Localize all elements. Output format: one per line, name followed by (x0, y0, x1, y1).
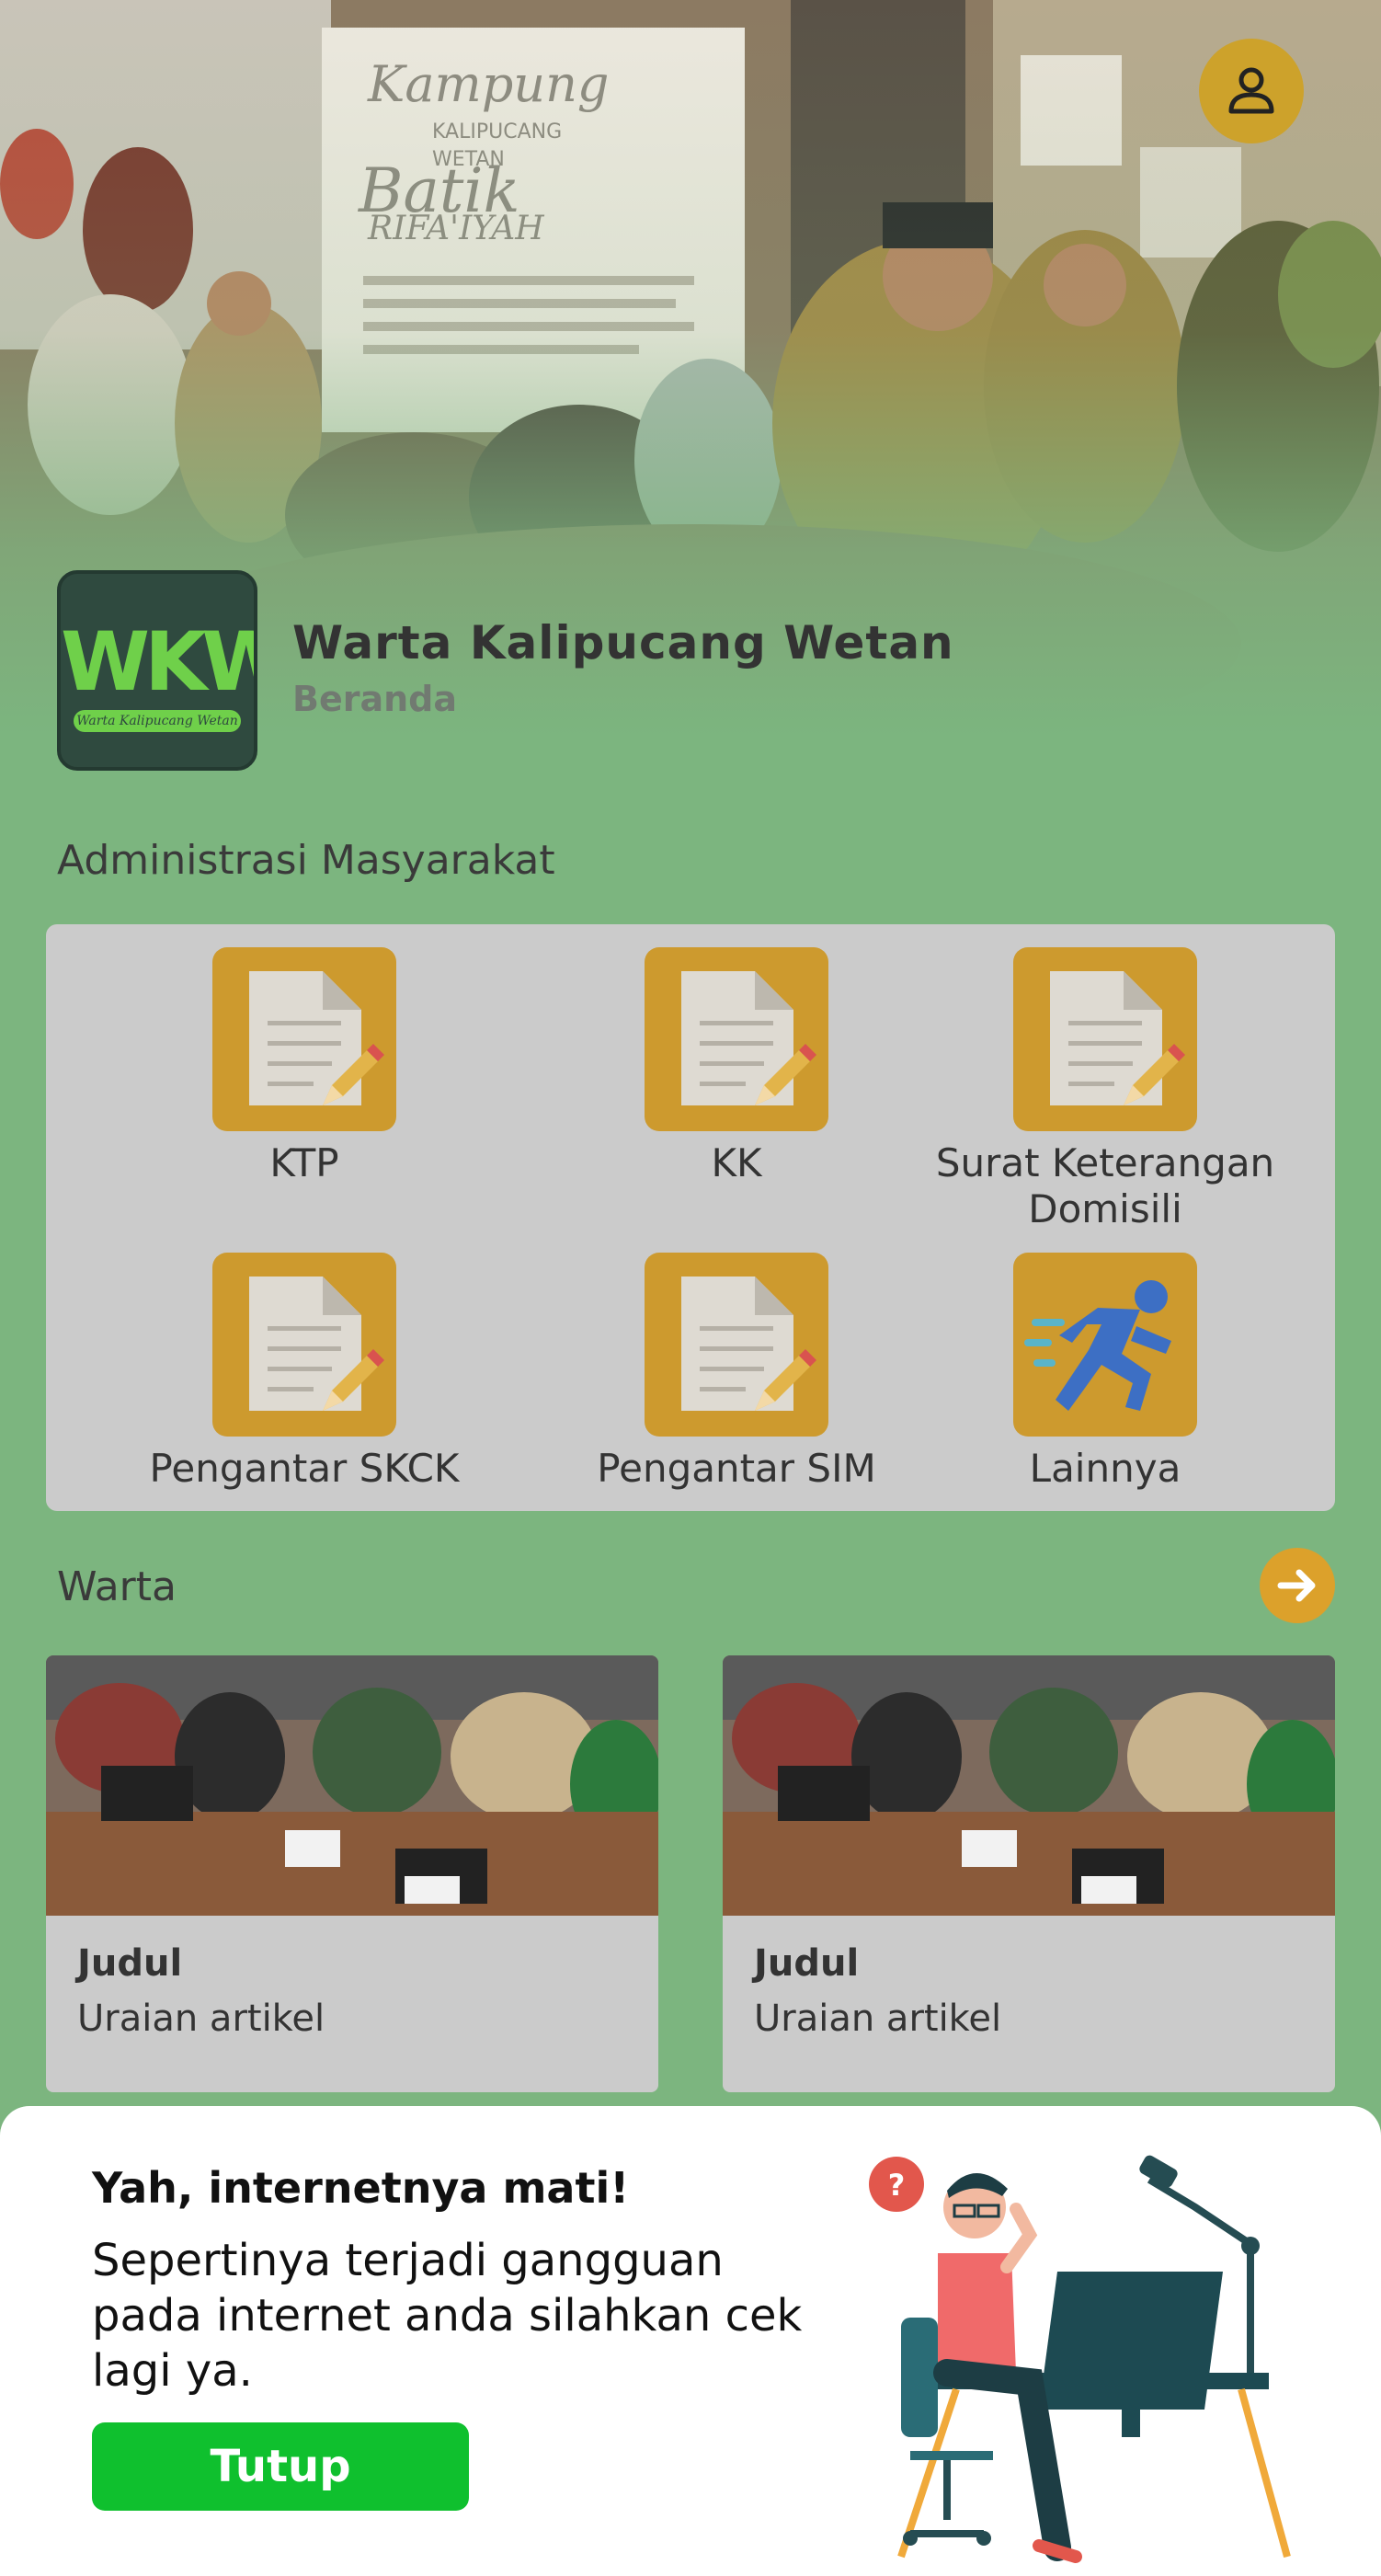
article-description: Uraian artikel (754, 1998, 1002, 2040)
document-edit-icon (1013, 947, 1197, 1131)
arrow-right-icon (1277, 1569, 1316, 1602)
page-subtitle: Beranda (292, 679, 458, 719)
svg-text:?: ? (888, 2168, 906, 2203)
offline-illustration: ? (869, 2155, 1291, 2563)
menu-label-skck: Pengantar SKCK (149, 1446, 460, 1491)
article-card[interactable]: Judul Uraian artikel (46, 1655, 658, 2092)
article-title: Judul (754, 1942, 860, 1985)
offline-message: Sepertinya terjadi gangguan pada interne… (92, 2235, 803, 2397)
menu-label-domisili: Surat Keterangan Domisili (935, 1140, 1275, 1232)
menu-item-ktp[interactable]: KTP (88, 947, 520, 1186)
admin-menu-panel: KTP KK Surat Keterangan Domisili Pengant… (46, 924, 1335, 1511)
menu-item-lainnya[interactable]: Lainnya (888, 1253, 1322, 1492)
article-description: Uraian artikel (77, 1998, 325, 2040)
offline-title: Yah, internetnya mati! (92, 2163, 630, 2213)
article-title: Judul (77, 1942, 183, 1985)
user-icon (1228, 67, 1274, 114)
article-image (723, 1655, 1335, 1916)
app-title: Warta Kalipucang Wetan (292, 616, 954, 670)
document-edit-icon (645, 947, 828, 1131)
close-button[interactable]: Tutup (92, 2422, 469, 2511)
logo-wordmark: WKW (61, 614, 254, 709)
offline-bottom-sheet: Yah, internetnya mati! Sepertinya terjad… (0, 2106, 1381, 2576)
article-image (46, 1655, 658, 1916)
menu-label-lainnya: Lainnya (1029, 1446, 1181, 1491)
document-edit-icon (645, 1253, 828, 1437)
article-card[interactable]: Judul Uraian artikel (723, 1655, 1335, 2092)
menu-label-ktp: KTP (269, 1140, 339, 1185)
running-person-icon (1013, 1253, 1197, 1437)
profile-button[interactable] (1199, 39, 1304, 143)
admin-section-title: Administrasi Masyarakat (57, 837, 555, 884)
app-logo: WKW Warta Kalipucang Wetan (57, 570, 257, 771)
document-edit-icon (212, 947, 396, 1131)
document-edit-icon (212, 1253, 396, 1437)
logo-tagline: Warta Kalipucang Wetan (74, 710, 241, 732)
menu-item-skck[interactable]: Pengantar SKCK (88, 1253, 520, 1492)
menu-item-domisili[interactable]: Surat Keterangan Domisili (888, 947, 1322, 1233)
warta-section-title: Warta (57, 1563, 177, 1610)
warta-more-button[interactable] (1260, 1548, 1335, 1623)
